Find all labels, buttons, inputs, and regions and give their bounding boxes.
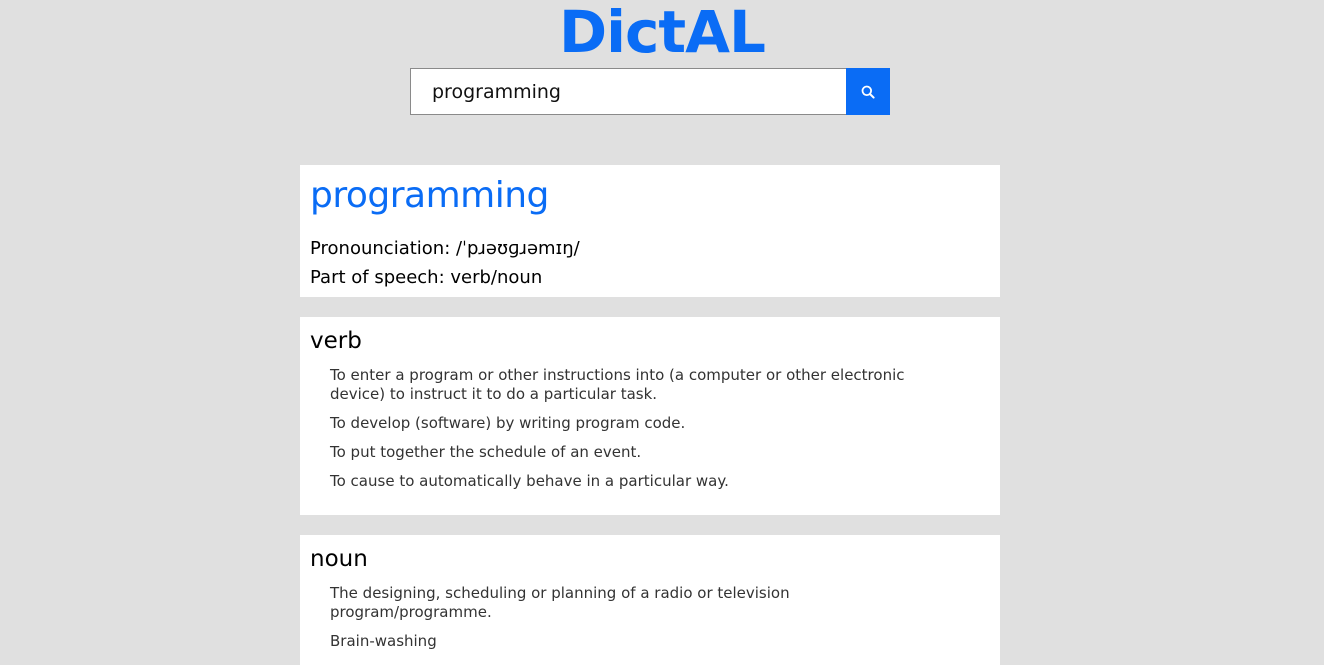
definition-list: The designing, scheduling or planning of… [310,584,990,651]
meaning-card-noun: noun The designing, scheduling or planni… [300,535,1000,665]
definition-item: To enter a program or other instructions… [330,366,905,403]
definition-item: The designing, scheduling or planning of… [330,584,790,621]
part-of-speech: Part of speech: verb/noun [310,267,543,288]
definition-item: To cause to automatically behave in a pa… [330,472,729,490]
search-input[interactable] [410,68,846,115]
search-icon [861,85,875,99]
app-logo: DictAL [559,0,766,66]
definition-list: To enter a program or other instructions… [310,366,990,491]
word-header-card: programming Pronounciation: /ˈpɹəʊɡɹəmɪŋ… [300,165,1000,297]
definition-item: To put together the schedule of an event… [330,443,642,461]
pronunciation: Pronounciation: /ˈpɹəʊɡɹəmɪŋ/ [310,238,580,259]
word-title: programming [310,175,549,216]
meaning-pos-title: noun [310,546,368,572]
definition-item: To develop (software) by writing program… [330,414,686,432]
search-button[interactable] [846,68,890,115]
meaning-card-verb: verb To enter a program or other instruc… [300,317,1000,515]
meaning-pos-title: verb [310,328,362,354]
search-bar [410,68,890,115]
